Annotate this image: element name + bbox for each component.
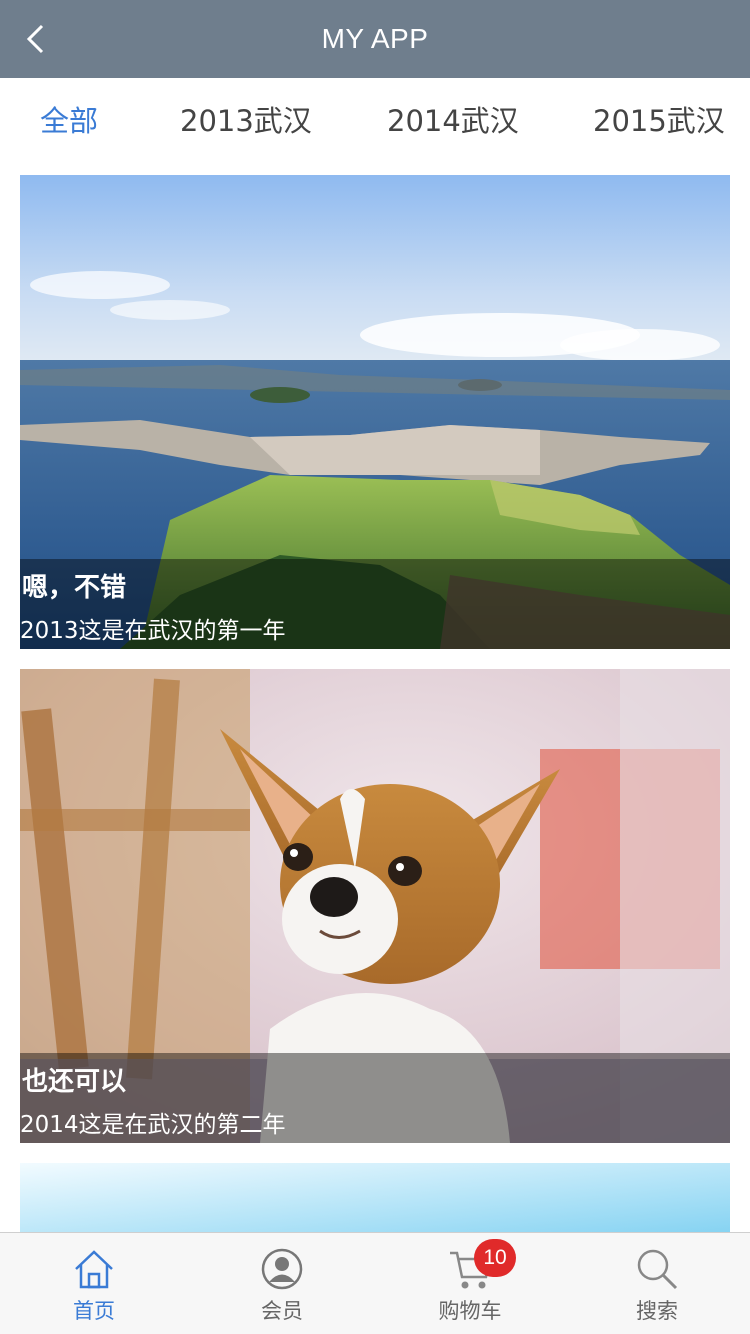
app-screen: MY APP 全部 2013武汉 2014武汉 2015武汉 嗯，不错 2013… bbox=[0, 0, 750, 1334]
card-subtitle: 2014这是在武汉的第二年 bbox=[20, 1112, 286, 1138]
home-icon bbox=[72, 1247, 116, 1291]
nav-home[interactable]: 首页 bbox=[24, 1233, 164, 1334]
photo-card[interactable]: 也还可以 2014这是在武汉的第二年 bbox=[20, 669, 730, 1143]
tab-2015-wuhan[interactable]: 2015武汉 bbox=[593, 98, 725, 140]
search-icon bbox=[635, 1247, 679, 1291]
user-icon bbox=[260, 1247, 304, 1291]
nav-home-label: 首页 bbox=[73, 1299, 115, 1323]
nav-search-label: 搜索 bbox=[636, 1299, 678, 1323]
cart-badge: 10 bbox=[474, 1239, 516, 1277]
nav-member-label: 会员 bbox=[261, 1299, 303, 1323]
cart-icon: 10 bbox=[448, 1239, 516, 1291]
tab-2014-wuhan[interactable]: 2014武汉 bbox=[387, 98, 519, 140]
nav-cart-label: 购物车 bbox=[438, 1299, 502, 1323]
app-header: MY APP bbox=[0, 0, 750, 78]
nav-cart[interactable]: 10 购物车 bbox=[400, 1233, 540, 1334]
card-caption: 也还可以 2014这是在武汉的第二年 bbox=[20, 1053, 730, 1143]
photo-card[interactable]: 嗯，不错 2013这是在武汉的第一年 bbox=[20, 175, 730, 649]
category-tabs: 全部 2013武汉 2014武汉 2015武汉 bbox=[0, 78, 750, 156]
photo-card-partial[interactable] bbox=[20, 1163, 730, 1233]
bottom-nav: 首页 会员 10 购物车 搜索 bbox=[0, 1232, 750, 1334]
card-title: 嗯，不错 bbox=[22, 573, 127, 603]
photo-feed: 嗯，不错 2013这是在武汉的第一年 也还可以 2014这是在武汉的第二年 bbox=[20, 175, 730, 1233]
card-caption: 嗯，不错 2013这是在武汉的第一年 bbox=[20, 559, 730, 649]
tab-all[interactable]: 全部 bbox=[40, 98, 98, 140]
back-button[interactable] bbox=[16, 19, 56, 59]
nav-search[interactable]: 搜索 bbox=[587, 1233, 727, 1334]
card-title: 也还可以 bbox=[22, 1067, 127, 1097]
chevron-left-icon bbox=[26, 24, 44, 54]
tab-2013-wuhan[interactable]: 2013武汉 bbox=[180, 98, 312, 140]
page-title: MY APP bbox=[321, 23, 429, 54]
card-subtitle: 2013这是在武汉的第一年 bbox=[20, 618, 286, 644]
nav-member[interactable]: 会员 bbox=[212, 1233, 352, 1334]
sky-photo bbox=[20, 1163, 730, 1233]
